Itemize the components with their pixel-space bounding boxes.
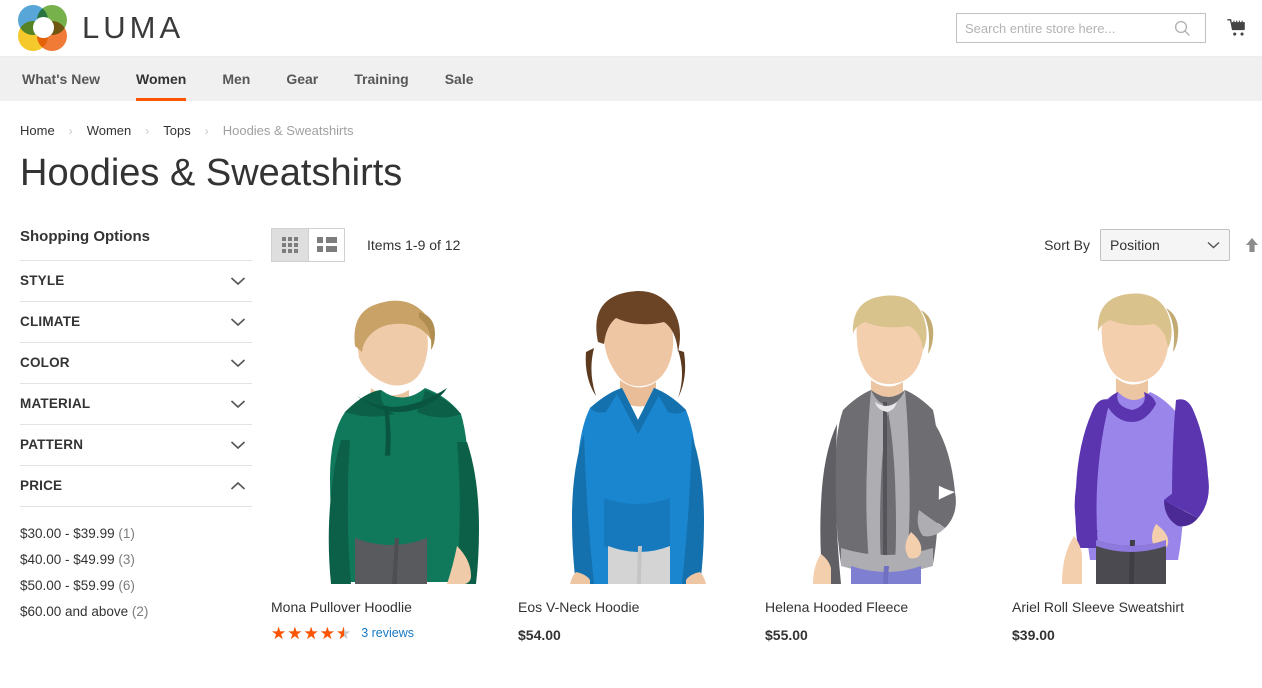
search-glyph (1174, 20, 1190, 36)
filter-price[interactable]: PRICE (20, 464, 252, 506)
price-range-label: $60.00 and above (20, 603, 129, 619)
nav-item-training[interactable]: Training (336, 57, 426, 101)
logo-text: LUMA (82, 10, 185, 45)
price-range-count: (1) (118, 525, 135, 541)
product-grid: Mona Pullover Hoodlie ★★★★★ ★★★★★ 3 revi… (271, 283, 1262, 643)
reviews-link[interactable]: 3 reviews (361, 626, 414, 640)
items-count: Items 1-9 of 12 (367, 236, 461, 253)
price-option[interactable]: $50.00 - $59.99 (6) (20, 573, 252, 599)
view-mode-switcher (271, 227, 345, 262)
list-view-icon[interactable] (308, 228, 344, 261)
product-name[interactable]: Eos V-Neck Hoodie (518, 598, 765, 616)
search-input[interactable] (957, 15, 1167, 41)
price-option[interactable]: $30.00 - $39.99 (1) (20, 521, 252, 547)
breadcrumb-separator-icon: › (204, 123, 209, 138)
search-icon[interactable] (1167, 14, 1197, 42)
breadcrumb: Home › Women › Tops › Hoodies & Sweatshi… (0, 101, 1262, 138)
chevron-down-icon (230, 441, 246, 449)
product-list-area: Items 1-9 of 12 Sort By Position Mona Pu… (252, 227, 1262, 643)
chevron-down-icon (230, 277, 246, 285)
product-name[interactable]: Helena Hooded Fleece (765, 598, 1012, 616)
product-image-eos-vneck-hoodie[interactable] (518, 283, 753, 584)
product-item[interactable]: Ariel Roll Sleeve Sweatshirt $39.00 (1012, 283, 1259, 643)
sort-by-label: Sort By (1044, 236, 1090, 253)
luma-rings-logo-icon (18, 5, 68, 51)
product-item[interactable]: Mona Pullover Hoodlie ★★★★★ ★★★★★ 3 revi… (271, 283, 518, 643)
chevron-down-icon (230, 318, 246, 326)
chevron-up-icon (230, 481, 246, 490)
site-header: LUMA (0, 0, 1262, 56)
price-range-count: (3) (118, 551, 135, 567)
nav-item-whats-new[interactable]: What's New (18, 57, 118, 101)
star-rating: ★★★★★ ★★★★★ (271, 625, 352, 642)
luma-logo[interactable]: LUMA (18, 5, 184, 51)
product-image-ariel-roll-sleeve-sweatshirt[interactable] (1012, 283, 1247, 584)
nav-item-gear[interactable]: Gear (268, 57, 336, 101)
sidebar-title: Shopping Options (20, 227, 150, 245)
sort-direction-button[interactable] (1244, 236, 1260, 254)
filter-label: STYLE (20, 273, 65, 289)
arrow-up-icon (1246, 237, 1258, 252)
price-range-label: $50.00 - $59.99 (20, 577, 115, 593)
product-item[interactable]: Eos V-Neck Hoodie $54.00 (518, 283, 765, 643)
chevron-down-icon (230, 359, 246, 367)
breadcrumb-separator-icon: › (145, 123, 150, 138)
nav-item-sale[interactable]: Sale (427, 57, 492, 101)
filter-climate[interactable]: CLIMATE (20, 300, 252, 342)
nav-item-women[interactable]: Women (118, 57, 204, 101)
filter-style[interactable]: STYLE (20, 259, 252, 301)
product-name[interactable]: Ariel Roll Sleeve Sweatshirt (1012, 598, 1259, 616)
filter-label: PATTERN (20, 437, 84, 453)
nav-item-men[interactable]: Men (204, 57, 268, 101)
filter-pattern[interactable]: PATTERN (20, 423, 252, 465)
product-price: $55.00 (765, 626, 808, 643)
filter-label: CLIMATE (20, 314, 81, 330)
breadcrumb-item-tops[interactable]: Tops (163, 123, 190, 138)
stars-filled: ★★★★★ (271, 624, 344, 642)
product-toolbar: Items 1-9 of 12 Sort By Position (271, 227, 1262, 262)
filter-label: PRICE (20, 478, 63, 494)
product-price: $39.00 (1012, 626, 1055, 643)
grid-view-icon[interactable] (272, 228, 308, 261)
product-name[interactable]: Mona Pullover Hoodlie (271, 598, 518, 616)
filter-color[interactable]: COLOR (20, 341, 252, 383)
price-range-label: $40.00 - $49.99 (20, 551, 115, 567)
product-item[interactable]: Helena Hooded Fleece $55.00 (765, 283, 1012, 643)
price-range-count: (2) (131, 603, 149, 619)
shopping-cart-icon[interactable] (1220, 12, 1254, 44)
main-content: Shopping Options STYLE CLIMATE COLOR MAT… (0, 227, 1262, 643)
sort-by-select[interactable]: Position (1100, 228, 1230, 261)
cart-glyph (1227, 19, 1245, 36)
price-range-label: $30.00 - $39.99 (20, 525, 115, 541)
chevron-down-icon (1207, 241, 1220, 249)
price-option[interactable]: $40.00 - $49.99 (3) (20, 547, 252, 573)
search-box[interactable] (956, 13, 1206, 43)
filter-label: MATERIAL (20, 396, 91, 412)
product-price: $54.00 (518, 626, 561, 643)
chevron-down-icon (230, 400, 246, 408)
main-navigation: What's New Women Men Gear Training Sale (0, 56, 1262, 101)
sort-by-value: Position (1110, 236, 1160, 253)
product-image-helena-hooded-fleece[interactable] (765, 283, 1000, 584)
breadcrumb-separator-icon: › (68, 123, 73, 138)
filter-material[interactable]: MATERIAL (20, 382, 252, 424)
breadcrumb-item-current: Hoodies & Sweatshirts (222, 123, 354, 138)
shopping-options-sidebar: Shopping Options STYLE CLIMATE COLOR MAT… (20, 228, 252, 643)
product-image-mona-pullover-hoodlie[interactable] (271, 283, 506, 584)
product-rating: ★★★★★ ★★★★★ 3 reviews (271, 625, 518, 642)
breadcrumb-item-women[interactable]: Women (87, 123, 132, 138)
price-option[interactable]: $60.00 and above (2) (20, 599, 252, 625)
page-title: Hoodies & Sweatshirts (20, 152, 403, 194)
price-filter-options: $30.00 - $39.99 (1) $40.00 - $49.99 (3) … (20, 505, 252, 625)
price-range-count: (6) (118, 577, 135, 593)
breadcrumb-item-home[interactable]: Home (20, 123, 55, 138)
filter-label: COLOR (20, 355, 70, 371)
